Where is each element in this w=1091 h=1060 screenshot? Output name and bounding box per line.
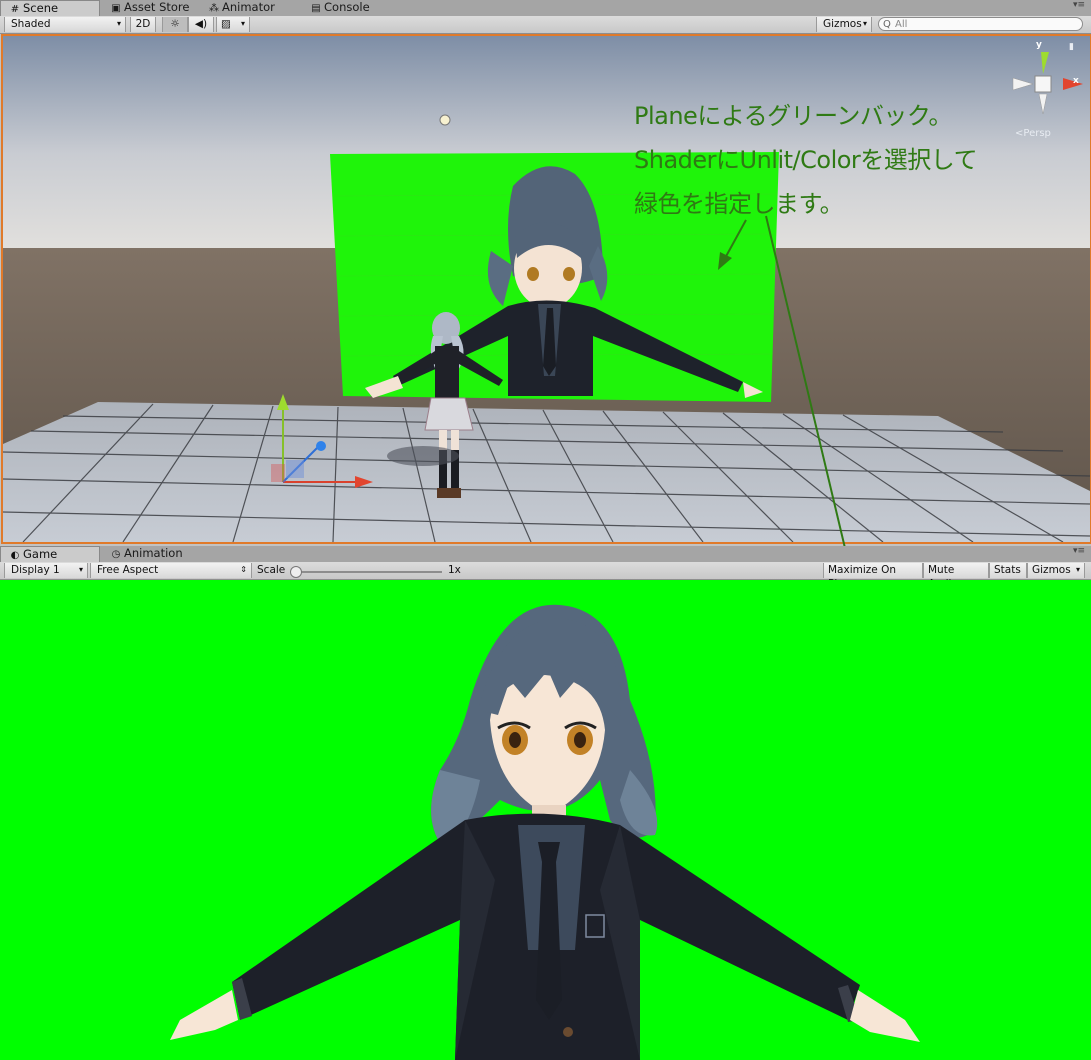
dropdown-arrow-icon: ▾ bbox=[862, 19, 867, 28]
scale-slider-thumb[interactable] bbox=[290, 566, 302, 578]
effects-dropdown[interactable]: ▨ ▾ bbox=[216, 17, 250, 32]
lock-icon[interactable]: ▮ bbox=[1069, 42, 1074, 52]
pacman-icon: ◐ bbox=[10, 550, 20, 561]
search-icon: Q bbox=[883, 19, 891, 30]
gizmo-x-label: x bbox=[1073, 76, 1079, 86]
aspect-dropdown[interactable]: Free Aspect ⇕ bbox=[90, 563, 252, 578]
annotation-line-1: Planeによるグリーンバック。 bbox=[634, 102, 952, 130]
tab-console[interactable]: ▤ Console bbox=[302, 0, 402, 16]
game-toolbar: Display 1 ▾ Free Aspect ⇕ Scale 1x Maxim… bbox=[0, 562, 1091, 590]
stats-toggle[interactable]: Stats bbox=[989, 563, 1027, 578]
display-dropdown[interactable]: Display 1 ▾ bbox=[4, 563, 88, 578]
tab-scene[interactable]: # Scene bbox=[0, 0, 100, 16]
gizmos-dropdown-game[interactable]: Gizmos ▾ bbox=[1027, 563, 1085, 578]
gizmo-y-label: y bbox=[1036, 40, 1042, 50]
hash-icon: # bbox=[10, 4, 20, 15]
search-input[interactable]: Q All bbox=[878, 17, 1083, 31]
audio-toggle[interactable]: ◀) bbox=[188, 17, 214, 32]
annotation-callout: Planeによるグリーンバック。 ShaderにUnlit/Colorを選択して… bbox=[634, 94, 1054, 226]
lighting-toggle[interactable]: ☼ bbox=[162, 17, 188, 32]
panel-menu-icon[interactable]: ▾≡ bbox=[1073, 0, 1085, 10]
animator-icon: ⁂ bbox=[209, 3, 219, 14]
mute-audio-toggle[interactable]: Mute Audio bbox=[923, 563, 989, 590]
dropdown-arrow-icon: ▾ bbox=[240, 19, 245, 28]
annotation-line-2: ShaderにUnlit/Colorを選択して bbox=[634, 146, 978, 174]
tab-animation[interactable]: ◷ Animation bbox=[102, 546, 212, 562]
annotation-line-3: 緑色を指定します。 bbox=[634, 190, 844, 218]
game-render bbox=[170, 604, 920, 1060]
draw-mode-dropdown[interactable]: Shaded ▾ bbox=[4, 17, 126, 32]
scene-toolbar: Shaded ▾ 2D ☼ ◀) ▨ ▾ Gizmos ▾ Q All bbox=[0, 16, 1091, 34]
shopping-bag-icon: ▣ bbox=[111, 3, 121, 14]
maximize-on-play-toggle[interactable]: Maximize On Play bbox=[823, 563, 923, 590]
updown-arrow-icon: ⇕ bbox=[240, 565, 247, 574]
dropdown-arrow-icon: ▾ bbox=[78, 565, 83, 574]
tab-asset-store[interactable]: ▣ Asset Store bbox=[102, 0, 200, 16]
scale-slider[interactable] bbox=[290, 566, 442, 578]
game-viewport[interactable] bbox=[0, 580, 1091, 1060]
toggle-2d-button[interactable]: 2D bbox=[130, 17, 156, 32]
scale-value: 1x bbox=[448, 564, 461, 576]
gizmos-dropdown[interactable]: Gizmos ▾ bbox=[816, 17, 872, 32]
tab-game[interactable]: ◐ Game bbox=[0, 546, 100, 562]
directional-light-icon bbox=[439, 114, 451, 126]
scene-tab-bar: # Scene ▣ Asset Store ⁂ Animator ▤ Console ▾… bbox=[0, 0, 1091, 16]
sun-icon: ☼ bbox=[170, 18, 180, 30]
speaker-icon: ◀) bbox=[194, 18, 208, 30]
console-icon: ▤ bbox=[311, 3, 321, 14]
panel-menu-icon[interactable]: ▾≡ bbox=[1073, 546, 1085, 556]
game-tab-bar: ◐ Game ◷ Animation ▾≡ bbox=[0, 546, 1091, 562]
scale-label: Scale bbox=[257, 564, 286, 576]
image-icon: ▨ bbox=[221, 18, 231, 30]
clock-icon: ◷ bbox=[111, 549, 121, 560]
dropdown-arrow-icon: ▾ bbox=[1075, 565, 1080, 574]
dropdown-arrow-icon: ▾ bbox=[116, 19, 121, 28]
tab-animator[interactable]: ⁂ Animator bbox=[200, 0, 300, 16]
